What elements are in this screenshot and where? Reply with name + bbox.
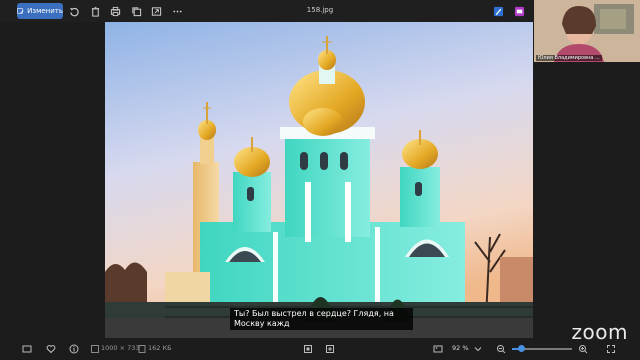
edit-pen-icon [493,6,503,16]
subtitle-caption: Ты? Был выстрел в сердце? Глядя, на Моск… [230,308,413,330]
rotate-button[interactable] [68,3,80,19]
rotate-icon [69,7,79,16]
webcam-thumbnail[interactable]: Юлия Владимировна ... [534,0,640,62]
delete-button[interactable] [89,3,101,19]
copy-icon [131,6,141,16]
chevron-down-icon[interactable] [474,345,482,353]
image-dimensions: 1000 × 733 [101,344,140,352]
more-icon [172,10,182,12]
copy-button[interactable] [130,3,142,19]
zoom-slider-thumb[interactable] [518,345,525,352]
zoom-out-icon[interactable] [496,344,506,354]
more-button[interactable] [171,3,183,19]
participant-name: Юлия Владимировна ... [536,55,602,61]
actual-size-icon[interactable] [325,344,335,354]
edit-icon [17,7,24,14]
filmstrip-icon[interactable] [22,344,32,354]
fit-window-icon[interactable] [303,344,313,354]
print-button[interactable] [109,3,121,19]
edit-button-label: Изменить [27,7,63,15]
info-icon[interactable] [69,344,79,354]
draw-button[interactable] [492,3,504,19]
file-size-icon [138,345,146,353]
zoom-slider[interactable] [512,345,572,352]
share-icon [151,6,161,16]
delete-icon [91,6,99,17]
effects-icon [514,6,524,16]
edit-button[interactable]: Изменить [17,3,63,19]
print-icon [110,6,120,16]
dimensions-icon [91,345,99,353]
favorite-heart-icon[interactable] [46,344,56,354]
share-button[interactable] [150,3,162,19]
status-bar: 1000 × 733 162 КБ 92 % [0,340,640,360]
photo-cathedral [105,22,533,338]
file-name: 158.jpg [306,6,334,14]
zoom-in-icon[interactable] [578,344,588,354]
fullscreen-icon[interactable] [606,344,616,354]
zoom-level[interactable]: 92 % [452,344,469,352]
file-size: 162 КБ [148,344,172,352]
image-zoom-icon[interactable] [433,344,443,354]
effects-button[interactable] [513,3,525,19]
participant-video [534,0,640,62]
